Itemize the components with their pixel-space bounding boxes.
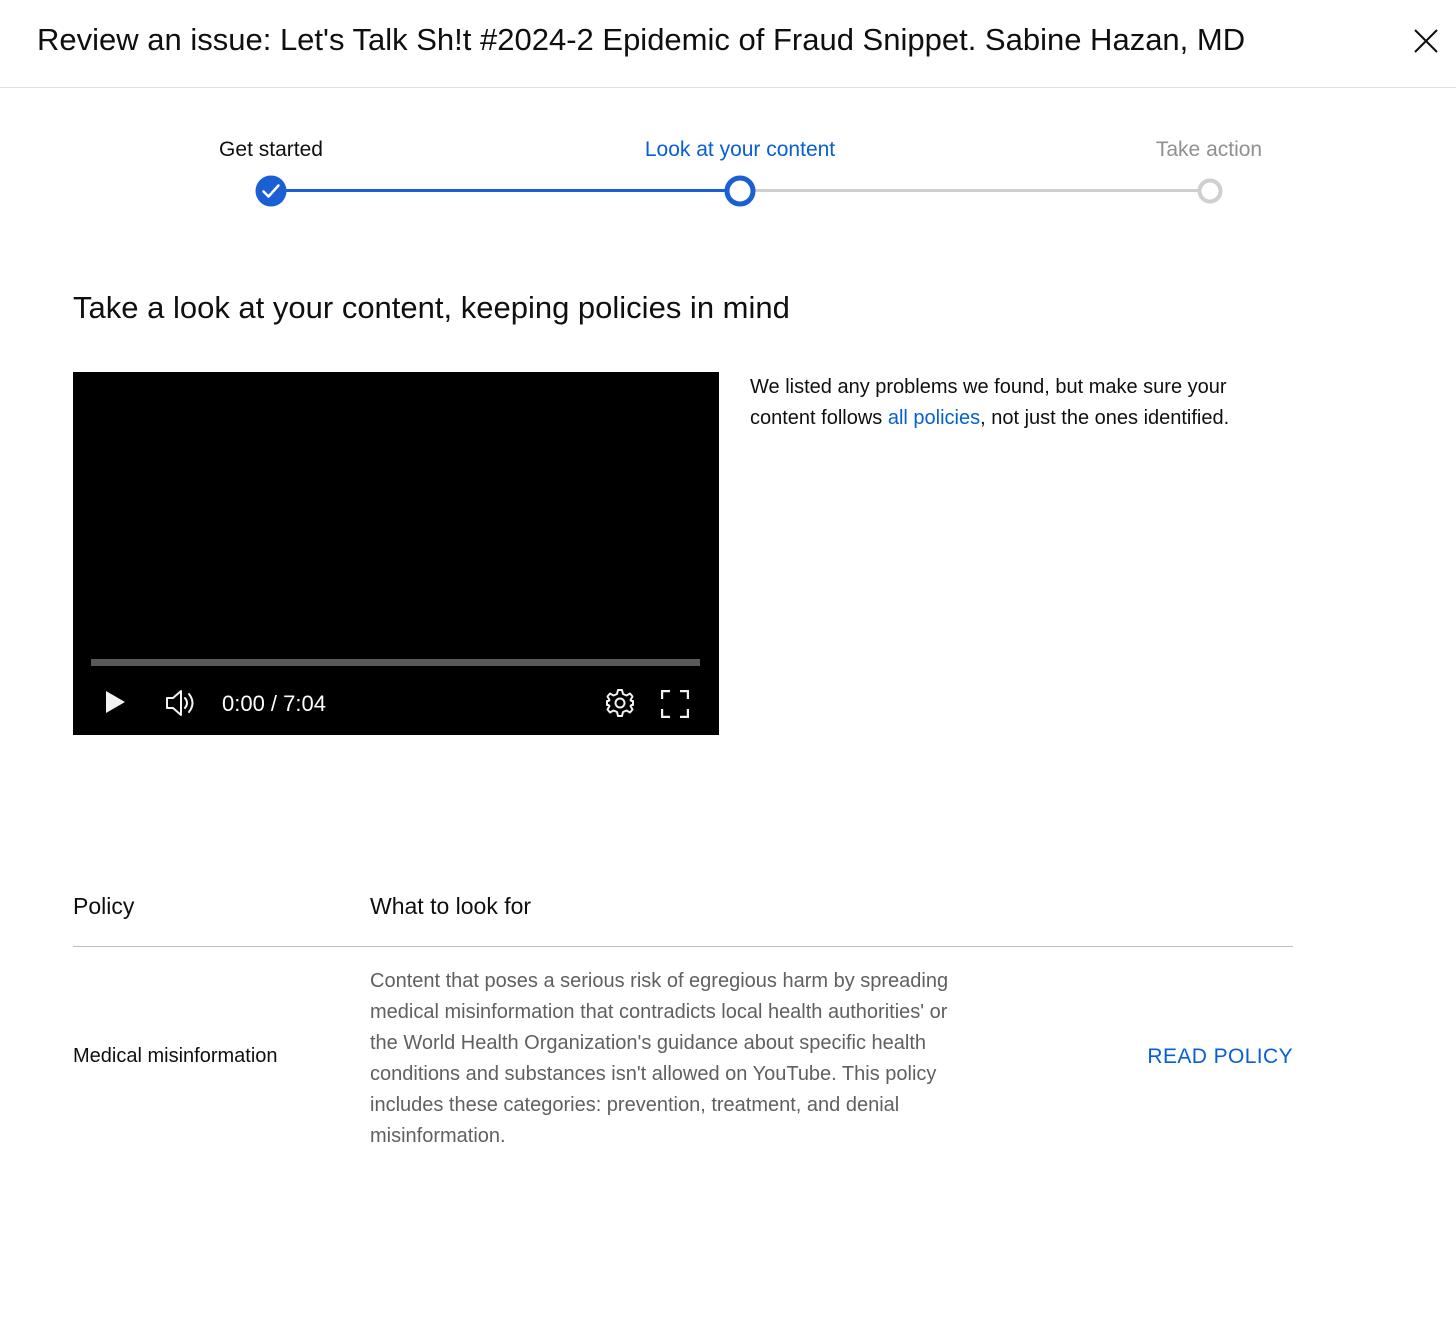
close-button[interactable]	[1407, 22, 1445, 60]
step-current-node	[724, 175, 756, 207]
checkmark-icon	[262, 184, 280, 198]
step-take-action-label: Take action	[1155, 138, 1263, 161]
table-divider	[73, 946, 1293, 947]
dialog-title: Review an issue: Let's Talk Sh!t #2024-2…	[37, 22, 1246, 57]
step-completed-node	[255, 175, 287, 207]
fullscreen-button[interactable]	[661, 690, 689, 718]
settings-icon	[606, 689, 634, 717]
policy-notice: We listed any problems we found, but mak…	[750, 372, 1270, 434]
settings-button[interactable]	[605, 688, 635, 718]
stepper-track-completed	[271, 189, 740, 192]
column-header-policy: Policy	[73, 893, 135, 919]
read-policy-button[interactable]: READ POLICY	[1147, 1045, 1293, 1069]
step-upcoming-node	[1197, 178, 1223, 204]
policy-name: Medical misinformation	[73, 1045, 278, 1067]
play-button[interactable]	[103, 689, 127, 715]
dialog-header: Review an issue: Let's Talk Sh!t #2024-2…	[0, 0, 1456, 88]
volume-icon	[166, 690, 194, 716]
video-progress-bar[interactable]	[91, 659, 700, 666]
policy-description: Content that poses a serious risk of egr…	[370, 970, 949, 1147]
close-icon	[1414, 29, 1438, 53]
column-header-what-to-look-for: What to look for	[370, 893, 532, 919]
step-look-at-content-label: Look at your content	[644, 138, 836, 161]
stepper-track-pending	[740, 189, 1209, 192]
section-heading: Take a look at your content, keeping pol…	[73, 290, 790, 325]
step-get-started-label: Get started	[219, 138, 323, 161]
fullscreen-icon	[661, 690, 689, 718]
video-player[interactable]: 0:00 / 7:04	[73, 372, 719, 735]
play-icon	[106, 691, 125, 713]
volume-button[interactable]	[164, 688, 198, 718]
all-policies-link[interactable]: all policies	[888, 407, 980, 429]
notice-text-after: , not just the ones identified.	[980, 407, 1230, 429]
video-time-display: 0:00 / 7:04	[222, 691, 326, 716]
